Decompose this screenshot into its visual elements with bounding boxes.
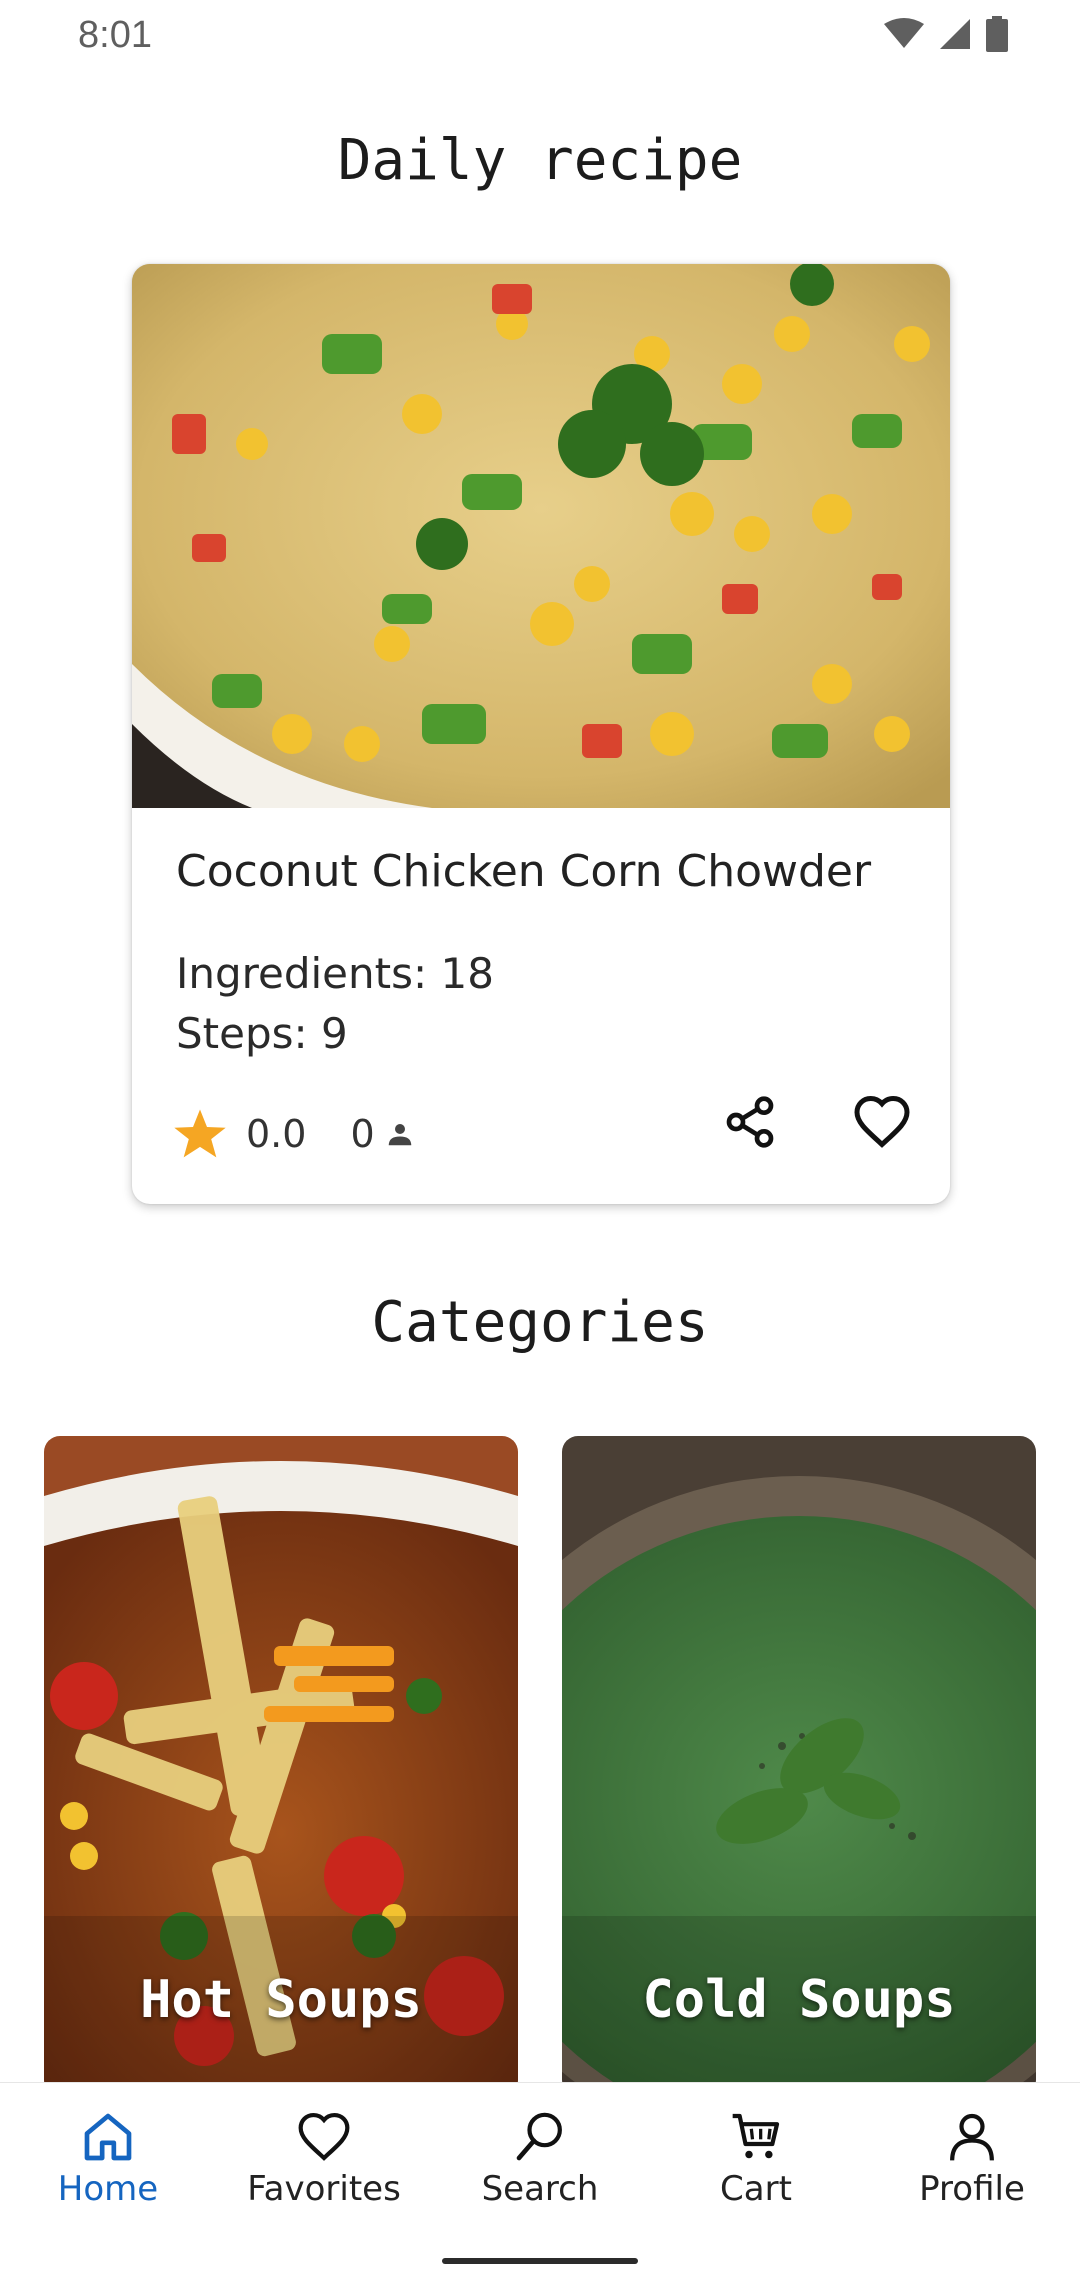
steps-count: Steps: 9 <box>176 1009 348 1058</box>
nav-search[interactable]: Search <box>440 2109 640 2209</box>
nav-label: Search <box>481 2169 599 2209</box>
categories-title: Categories <box>371 1290 709 1355</box>
heart-icon <box>298 2112 350 2161</box>
star-icon <box>174 1109 226 1158</box>
heart-icon <box>854 1095 910 1148</box>
nav-label: Profile <box>919 2169 1025 2209</box>
person-icon <box>388 1124 411 1146</box>
category-label: Cold Soups <box>642 1970 956 2030</box>
daily-recipe-title: Daily recipe <box>337 128 743 193</box>
home-indicator[interactable] <box>442 2258 638 2264</box>
signal-icon <box>940 19 970 49</box>
status-bar: 8:01 <box>0 0 1080 72</box>
search-icon <box>516 2112 562 2161</box>
bottom-navigation: Home Favorites Search Cart Profile <box>0 2082 1080 2280</box>
nav-label: Favorites <box>247 2169 401 2209</box>
share-icon <box>726 1096 774 1148</box>
status-icons <box>884 16 1008 52</box>
review-count: 0 <box>350 1112 375 1156</box>
screen: 8:01 Daily recipe Coconut Chicken Corn C… <box>0 0 1080 2280</box>
favorite-button[interactable] <box>844 1084 920 1160</box>
share-button[interactable] <box>712 1084 788 1160</box>
recipe-image <box>132 264 950 808</box>
nav-label: Cart <box>720 2169 792 2209</box>
nav-favorites[interactable]: Favorites <box>224 2109 424 2209</box>
category-label: Hot Soups <box>140 1970 422 2030</box>
wifi-icon <box>884 18 924 48</box>
daily-recipe-card[interactable]: Coconut Chicken Corn Chowder Ingredients… <box>132 264 950 1204</box>
person-icon <box>950 2113 994 2161</box>
recipe-name: Coconut Chicken Corn Chowder <box>176 846 872 897</box>
nav-label: Home <box>57 2169 159 2209</box>
nav-cart[interactable]: Cart <box>656 2109 856 2209</box>
recipe-meta: Ingredients: 18 Steps: 9 <box>176 944 494 1064</box>
nav-profile[interactable]: Profile <box>872 2109 1072 2209</box>
cart-icon <box>732 2113 780 2159</box>
nav-home[interactable]: Home <box>8 2109 208 2209</box>
rating-value: 0.0 <box>246 1112 307 1156</box>
category-cold-soups[interactable]: Cold Soups <box>562 1436 1036 2096</box>
rating-row: 0.0 0 <box>172 1106 415 1162</box>
home-icon <box>84 2113 132 2161</box>
card-actions <box>712 1084 920 1160</box>
category-hot-soups[interactable]: Hot Soups <box>44 1436 518 2096</box>
status-time: 8:01 <box>78 14 152 56</box>
ingredients-count: Ingredients: 18 <box>176 949 494 998</box>
battery-icon <box>986 16 1008 52</box>
